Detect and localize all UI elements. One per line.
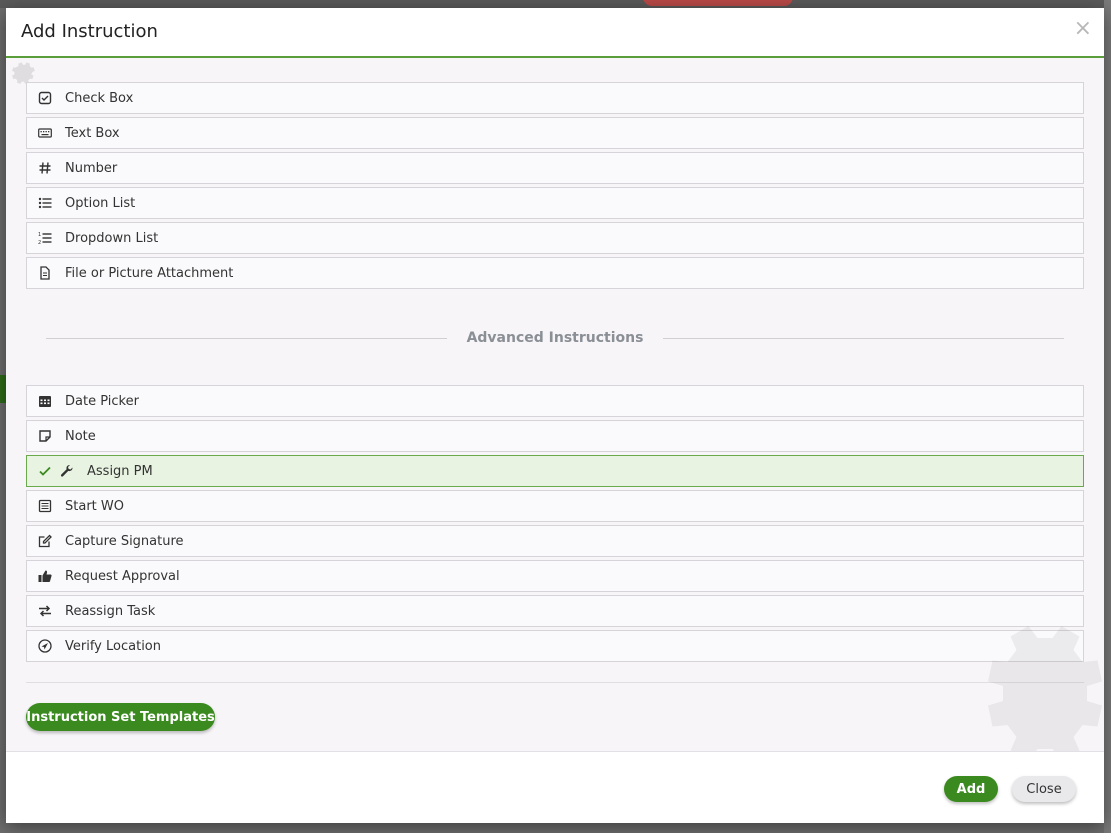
instruction-label: Check Box <box>65 90 134 106</box>
svg-text:2: 2 <box>38 240 41 245</box>
background-trial-badge <box>643 0 793 6</box>
instruction-assign-pm[interactable]: Assign PM <box>26 455 1084 487</box>
instruction-note[interactable]: Note <box>26 420 1084 452</box>
instruction-verify-location[interactable]: Verify Location <box>26 630 1084 662</box>
instruction-capture-signature[interactable]: Capture Signature <box>26 525 1084 557</box>
instruction-check-box[interactable]: Check Box <box>26 82 1084 114</box>
instruction-start-wo[interactable]: Start WO <box>26 490 1084 522</box>
checkbox-icon <box>38 91 52 105</box>
instruction-request-approval[interactable]: Request Approval <box>26 560 1084 592</box>
wrench-icon <box>60 464 74 478</box>
instruction-label: Verify Location <box>65 638 161 654</box>
instruction-dropdown-list[interactable]: 12 Dropdown List <box>26 222 1084 254</box>
instruction-label: Text Box <box>65 125 120 141</box>
divider-line <box>663 337 1064 339</box>
advanced-instruction-list: Date Picker Note Assign PM Start WO Capt… <box>26 385 1084 665</box>
ordered-list-icon: 12 <box>38 231 52 245</box>
note-icon <box>38 429 52 443</box>
work-order-icon <box>38 499 52 513</box>
hash-icon <box>38 161 52 175</box>
add-instruction-dialog: Add Instruction × Check Box Text Box Num… <box>6 8 1104 823</box>
instruction-label: Reassign Task <box>65 603 156 619</box>
edit-icon <box>38 534 52 548</box>
background-right-strip <box>1104 0 1111 833</box>
svg-text:1: 1 <box>38 232 41 238</box>
instruction-label: Start WO <box>65 498 124 514</box>
location-arrow-icon <box>38 639 52 653</box>
advanced-instructions-heading: Advanced Instructions <box>466 330 644 346</box>
exchange-icon <box>38 604 52 618</box>
instruction-set-templates-button[interactable]: Instruction Set Templates <box>26 703 215 731</box>
instruction-label: Dropdown List <box>65 230 159 246</box>
dialog-header: Add Instruction × <box>6 8 1104 58</box>
add-button[interactable]: Add <box>944 776 998 802</box>
instruction-label: Assign PM <box>87 463 153 479</box>
calendar-icon <box>38 394 52 408</box>
footer-separator <box>26 682 1084 683</box>
instruction-label: Date Picker <box>65 393 139 409</box>
instruction-reassign-task[interactable]: Reassign Task <box>26 595 1084 627</box>
divider-line <box>46 337 447 339</box>
instruction-number[interactable]: Number <box>26 152 1084 184</box>
instruction-date-picker[interactable]: Date Picker <box>26 385 1084 417</box>
list-icon <box>38 196 52 210</box>
dialog-title: Add Instruction <box>21 21 158 42</box>
instruction-label: Capture Signature <box>65 533 184 549</box>
background-app-topbar <box>0 0 1111 8</box>
file-icon <box>38 266 52 280</box>
instruction-label: File or Picture Attachment <box>65 265 234 281</box>
instruction-file-attachment[interactable]: File or Picture Attachment <box>26 257 1084 289</box>
thumbs-up-icon <box>38 569 52 583</box>
dialog-footer: Add Close <box>6 751 1104 823</box>
keyboard-icon <box>38 126 52 140</box>
instruction-label: Request Approval <box>65 568 180 584</box>
instruction-label: Number <box>65 160 118 176</box>
close-button[interactable]: Close <box>1012 776 1076 802</box>
instruction-option-list[interactable]: Option List <box>26 187 1084 219</box>
instruction-label: Option List <box>65 195 136 211</box>
instruction-text-box[interactable]: Text Box <box>26 117 1084 149</box>
instruction-label: Note <box>65 428 96 444</box>
advanced-instructions-divider: Advanced Instructions <box>46 328 1064 348</box>
checkmark-icon <box>38 464 52 478</box>
basic-instruction-list: Check Box Text Box Number Option List 12… <box>26 82 1084 292</box>
close-icon[interactable]: × <box>1074 18 1092 40</box>
